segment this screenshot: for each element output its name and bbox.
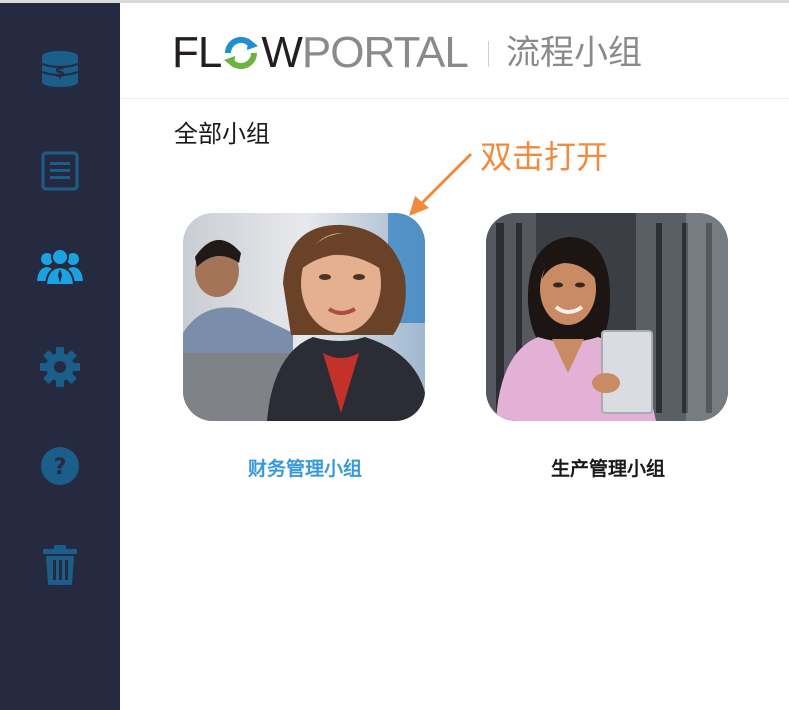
logo-text-w: W [261, 28, 303, 77]
page-title: 流程小组 [506, 33, 642, 73]
logo-cycle-icon [222, 34, 260, 72]
logo-text-fl: FL [172, 28, 222, 77]
group-name[interactable]: 生产管理小组 [486, 455, 730, 483]
group-card-production[interactable]: 生产管理小组 [486, 213, 730, 480]
trash-icon [42, 544, 78, 586]
coins-icon: $ [38, 47, 82, 91]
sidebar-item-groups[interactable] [0, 237, 120, 297]
group-photo[interactable] [183, 213, 425, 421]
sidebar-item-settings[interactable] [0, 337, 120, 397]
gear-icon [39, 346, 81, 388]
group-photo[interactable] [486, 213, 728, 421]
section-title: 全部小组 [174, 120, 270, 148]
sidebar-item-documents[interactable] [0, 141, 120, 201]
sidebar-item-trash[interactable] [0, 535, 120, 595]
users-group-icon [36, 247, 84, 287]
help-icon: ? [39, 445, 81, 487]
svg-text:?: ? [54, 455, 67, 480]
header-divider [488, 41, 489, 67]
sidebar-item-coins[interactable]: $ [0, 39, 120, 99]
document-list-icon [40, 151, 80, 191]
sidebar-item-help[interactable]: ? [0, 436, 120, 496]
flowportal-logo: FL W PORTAL [172, 28, 469, 77]
sidebar: $ ? [0, 3, 120, 710]
group-name[interactable]: 财务管理小组 [183, 455, 427, 483]
annotation-arrow-icon [409, 152, 473, 216]
svg-text:$: $ [55, 63, 65, 81]
header: FL W PORTAL 流程小组 [120, 3, 789, 99]
annotation-text: 双击打开 [480, 138, 609, 176]
logo-text-portal: PORTAL [301, 28, 469, 77]
group-card-finance[interactable]: 财务管理小组 [183, 213, 427, 480]
